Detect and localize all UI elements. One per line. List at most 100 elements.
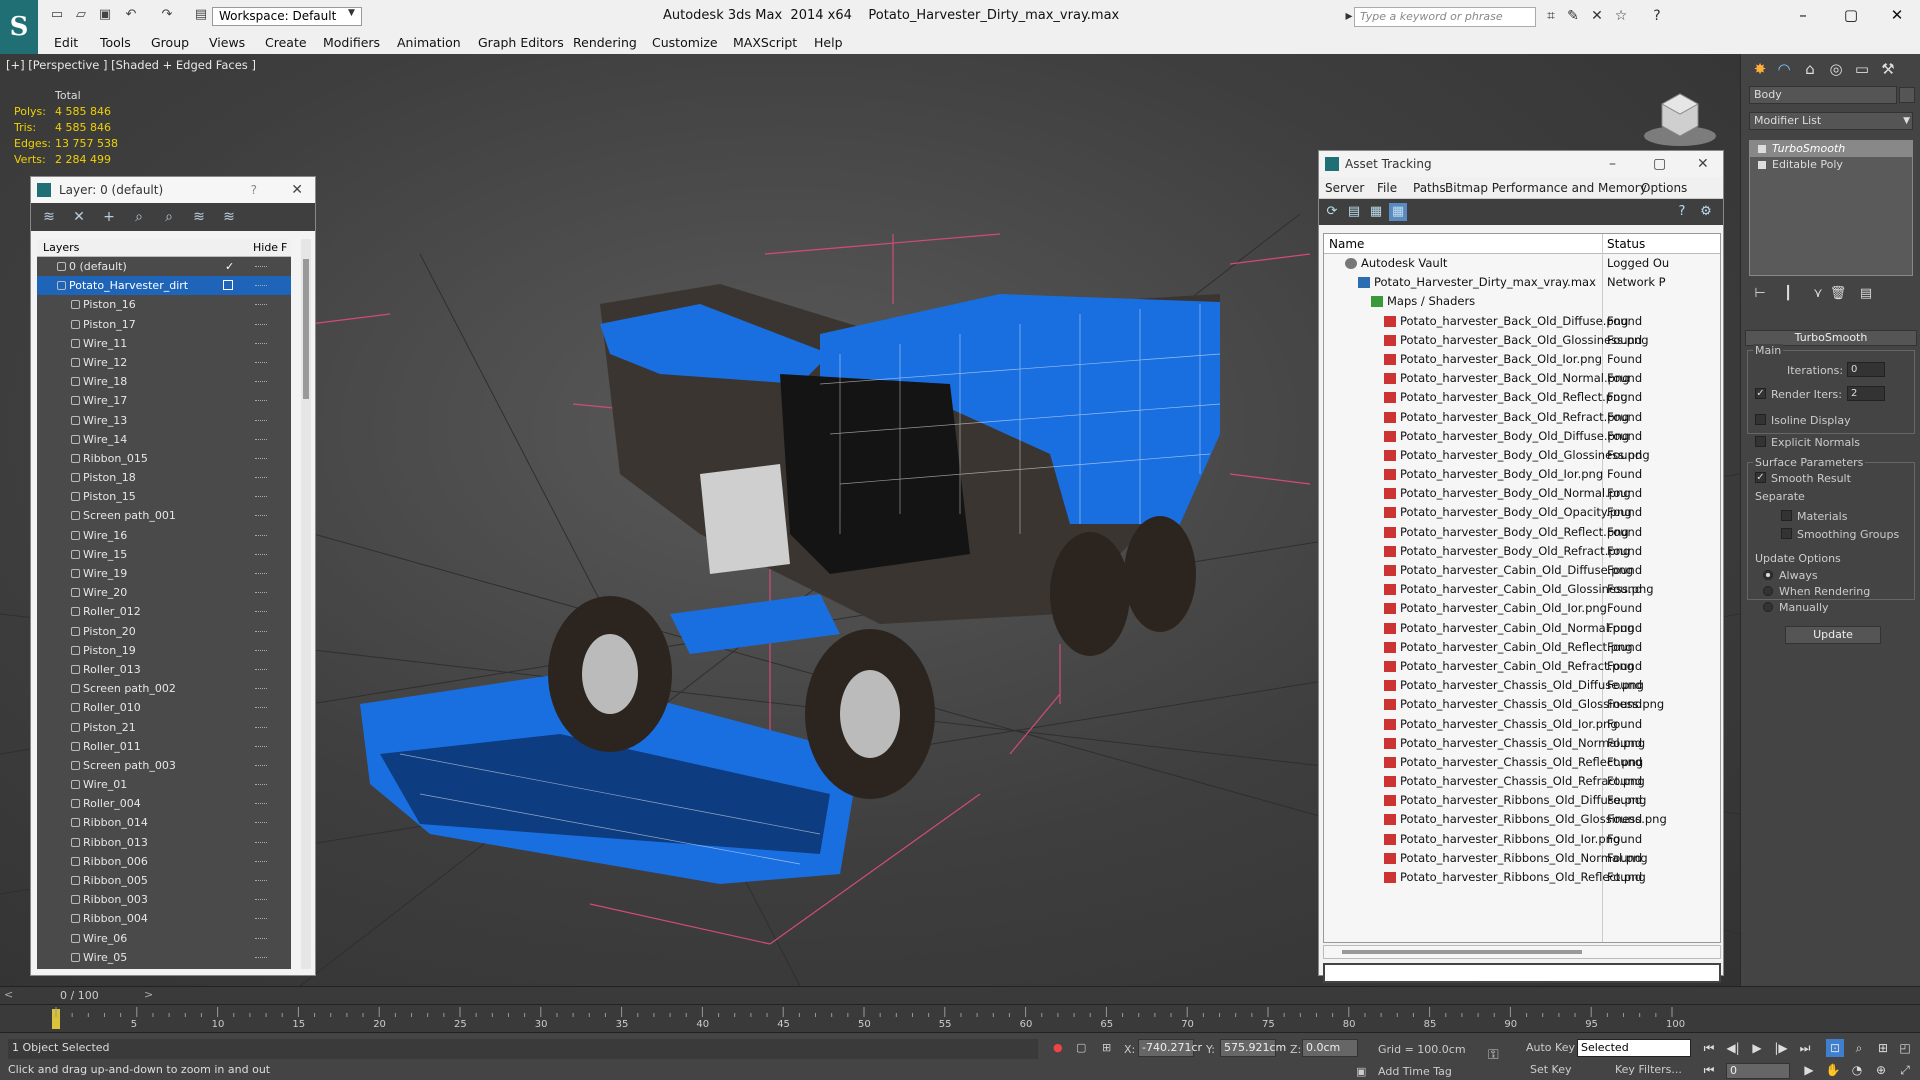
hide-toggle-icon[interactable] — [255, 745, 267, 748]
set-key-button[interactable]: Set Key — [1530, 1061, 1580, 1079]
hide-toggle-icon[interactable] — [255, 707, 267, 709]
hide-toggle-icon[interactable] — [255, 688, 267, 690]
asset-row[interactable]: Potato_harvester_Chassis_Old_Ior.png Foun… — [1324, 715, 1720, 734]
stack-item-turbosmooth[interactable]: TurboSmooth — [1750, 141, 1912, 157]
workspace-dropdown[interactable]: Workspace: Default — [212, 7, 362, 26]
prev-key-icon[interactable]: ◀| — [1724, 1039, 1742, 1057]
time-tag-icon[interactable]: ▣ — [1356, 1065, 1366, 1078]
menu-modifiers[interactable]: Modifiers — [323, 35, 380, 50]
asset-row[interactable]: Potato_harvester_Chassis_Old_Normal.png F… — [1324, 734, 1720, 753]
x-coordinate-field[interactable]: -740.271cr — [1138, 1039, 1202, 1057]
menu-group[interactable]: Group — [151, 35, 189, 50]
utilities-tab-icon[interactable]: ⚒ — [1877, 58, 1899, 80]
layer-scrollbar[interactable] — [301, 239, 311, 969]
layer-row[interactable]: Wire_11 — [37, 334, 291, 353]
layer-row[interactable]: Ribbon_013 — [37, 833, 291, 852]
asset-row[interactable]: Potato_harvester_Body_Old_Normal.png Foun… — [1324, 484, 1720, 503]
freeze-all-icon[interactable]: ≋ — [219, 208, 239, 226]
hide-toggle-icon[interactable] — [255, 841, 267, 844]
asset-menu-paths[interactable]: Paths — [1413, 181, 1446, 195]
current-layer-check-icon[interactable]: ✓ — [225, 257, 234, 276]
col-hide[interactable]: Hide — [253, 241, 278, 254]
hide-toggle-icon[interactable] — [255, 668, 267, 671]
layer-row[interactable]: Ribbon_015 — [37, 449, 291, 468]
hide-toggle-icon[interactable] — [255, 649, 267, 652]
asset-row[interactable]: Potato_harvester_Ribbons_Old_Glossiness.… — [1324, 810, 1720, 829]
go-to-start-icon[interactable]: ⏮ — [1700, 1039, 1718, 1057]
hide-toggle-icon[interactable] — [255, 438, 267, 441]
subscription-icon[interactable]: ✎ — [1564, 8, 1582, 24]
layer-manager-titlebar[interactable]: Layer: 0 (default) ? ✕ — [31, 177, 315, 203]
add-time-tag[interactable]: Add Time Tag — [1378, 1065, 1452, 1078]
key-icon[interactable]: ⚿ — [1488, 1047, 1499, 1063]
asset-row[interactable]: Potato_harvester_Back_Old_Glossiness.png… — [1324, 331, 1720, 350]
asset-row[interactable]: Potato_Harvester_Dirty_max_vray.max Netwo… — [1324, 273, 1720, 292]
hide-toggle-icon[interactable] — [255, 611, 267, 613]
layer-row[interactable]: Wire_01 — [37, 775, 291, 794]
col-name[interactable]: Name — [1329, 237, 1364, 251]
hide-toggle-icon[interactable] — [255, 592, 267, 594]
asset-row[interactable]: Potato_harvester_Body_Old_Refract.png Fou… — [1324, 542, 1720, 561]
hide-toggle-icon[interactable] — [255, 400, 267, 402]
table-view-icon[interactable]: ▦ — [1367, 203, 1385, 221]
open-file-icon[interactable]: ▱ — [72, 7, 90, 23]
asset-row[interactable]: Potato_harvester_Chassis_Old_Glossiness.… — [1324, 695, 1720, 714]
hide-toggle-icon[interactable] — [255, 323, 267, 326]
object-color-swatch[interactable] — [1899, 87, 1915, 103]
iterations-spinner[interactable]: 0 — [1847, 362, 1885, 377]
highlight-layer-icon[interactable]: ⌕ — [159, 208, 179, 226]
stack-item-editable-poly[interactable]: Editable Poly — [1750, 157, 1912, 173]
layer-row[interactable]: Ribbon_003 — [37, 890, 291, 909]
set-current-box-icon[interactable] — [223, 280, 233, 291]
modify-tab-icon[interactable]: ◠ — [1773, 58, 1795, 80]
hide-toggle-icon[interactable] — [255, 266, 267, 268]
hide-toggle-icon[interactable] — [255, 361, 267, 364]
hide-toggle-icon[interactable] — [255, 726, 267, 729]
asset-row[interactable]: Potato_harvester_Cabin_Old_Diffuse.png Fo… — [1324, 561, 1720, 580]
project-folder-icon[interactable]: ▤ — [192, 7, 210, 23]
asset-row[interactable]: Potato_harvester_Cabin_Old_Reflect.png Fo… — [1324, 638, 1720, 657]
object-name-field[interactable]: Body — [1749, 86, 1897, 104]
asset-row[interactable]: Potato_harvester_Cabin_Old_Glossiness.pn… — [1324, 580, 1720, 599]
update-button[interactable]: Update — [1785, 626, 1881, 644]
hide-toggle-icon[interactable] — [255, 515, 267, 517]
manually-radio[interactable] — [1763, 602, 1773, 612]
selection-set-dropdown[interactable]: Selected — [1577, 1039, 1691, 1057]
menu-help[interactable]: Help — [814, 35, 843, 50]
help-icon[interactable]: ? — [251, 177, 257, 203]
pin-stack-icon[interactable]: ⊢ — [1751, 286, 1769, 304]
isoline-checkbox[interactable] — [1755, 414, 1766, 425]
layer-row[interactable]: Ribbon_005 — [37, 871, 291, 890]
hide-toggle-icon[interactable] — [255, 553, 267, 556]
zoom-icon[interactable]: ⌕ — [1850, 1039, 1868, 1057]
next-frame-icon[interactable]: > — [144, 988, 153, 1001]
hide-toggle-icon[interactable] — [255, 477, 267, 479]
layer-row[interactable]: Screen path_002 — [37, 679, 291, 698]
hide-toggle-icon[interactable] — [255, 764, 267, 767]
grid-view-icon[interactable]: ▦ — [1389, 203, 1407, 221]
layer-row[interactable]: Wire_16 — [37, 526, 291, 545]
menu-views[interactable]: Views — [209, 35, 245, 50]
layer-row[interactable]: Piston_16 — [37, 295, 291, 314]
app-logo[interactable]: S — [0, 0, 38, 54]
hide-toggle-icon[interactable] — [255, 937, 267, 940]
walk-icon[interactable]: ⊕ — [1872, 1061, 1890, 1079]
layer-row[interactable]: Wire_13 — [37, 411, 291, 430]
layer-row[interactable]: Wire_19 — [37, 564, 291, 583]
hide-toggle-icon[interactable] — [255, 342, 267, 345]
help-icon[interactable]: ? — [1648, 8, 1666, 24]
show-end-result-icon[interactable]: ┃ — [1779, 286, 1797, 304]
layer-row[interactable]: Roller_012 — [37, 602, 291, 621]
asset-row[interactable]: Potato_harvester_Back_Old_Refract.png Fou… — [1324, 408, 1720, 427]
zoom-all-icon[interactable]: ⊞ — [1874, 1039, 1892, 1057]
layer-row[interactable]: Screen path_001 — [37, 506, 291, 525]
asset-row[interactable]: Autodesk Vault Logged Ou — [1324, 254, 1720, 273]
maximize-viewport-icon[interactable]: ◰ — [1896, 1039, 1914, 1057]
asset-row[interactable]: Potato_harvester_Chassis_Old_Refract.png… — [1324, 772, 1720, 791]
list-view-icon[interactable]: ▤ — [1345, 203, 1363, 221]
smooth-result-checkbox[interactable]: ✓ — [1755, 472, 1766, 483]
layer-row[interactable]: Potato_Harvester_dirt — [37, 276, 291, 296]
asset-row[interactable]: Potato_harvester_Back_Old_Diffuse.png Fou… — [1324, 312, 1720, 331]
hide-toggle-icon[interactable] — [255, 496, 267, 498]
redo-icon[interactable]: ↷ — [158, 7, 176, 23]
